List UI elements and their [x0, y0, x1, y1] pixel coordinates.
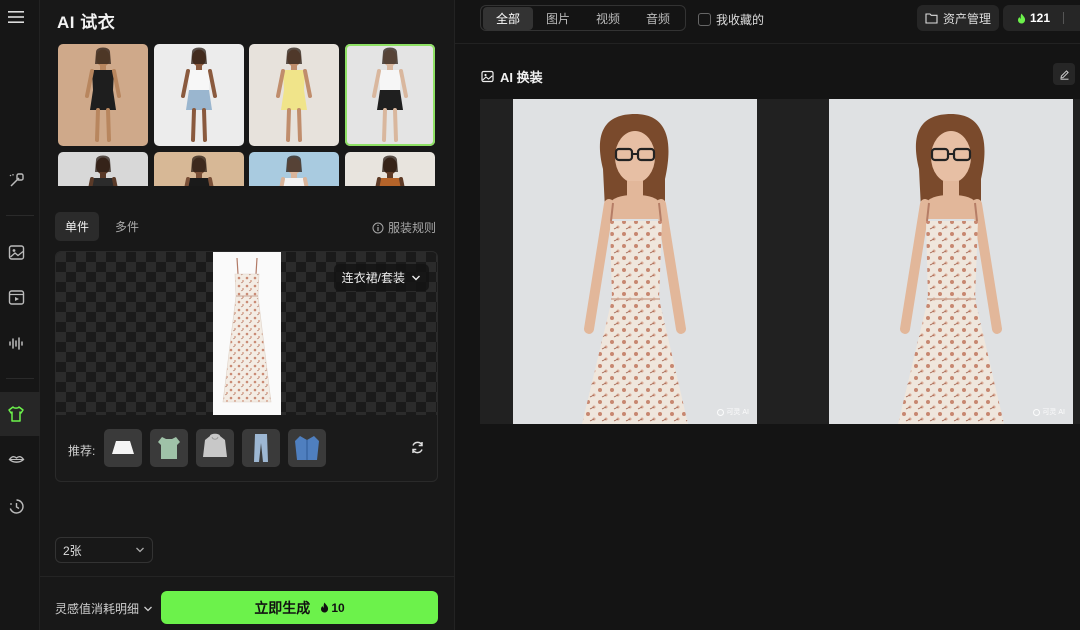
model-figure [276, 47, 312, 142]
watermark: 可灵 AI [717, 407, 749, 417]
cost-details-toggle[interactable]: 灵感值消耗明细 [55, 600, 153, 617]
model-figure [372, 47, 408, 142]
left-rail [0, 0, 40, 630]
panel-title: AI 试衣 [57, 13, 116, 32]
pencil-icon [1059, 69, 1069, 80]
result-figure [898, 114, 1004, 424]
favorites-checkbox[interactable] [698, 13, 711, 26]
watermark: 可灵 AI [1033, 407, 1065, 417]
model-figure [85, 47, 121, 142]
denim-jacket-icon [295, 436, 319, 460]
asset-management-button[interactable]: 资产管理 [917, 5, 1000, 31]
filter-tab[interactable]: 视频 [583, 7, 633, 30]
result-image[interactable]: 可灵 AI [829, 99, 1073, 424]
grey-hoodie-icon [203, 433, 227, 457]
video-icon[interactable] [6, 287, 26, 307]
result-section-title: AI 换装 [481, 67, 543, 86]
model-figure [88, 155, 118, 186]
recommended-jeans[interactable] [242, 429, 280, 467]
lips-icon[interactable] [6, 449, 26, 469]
garment-rules-link[interactable]: 服装规则 [372, 219, 436, 236]
favorites-toggle[interactable]: 我收藏的 [698, 11, 764, 28]
result-image[interactable]: 可灵 AI [513, 99, 757, 424]
flame-icon [321, 602, 329, 613]
media-filter-tabs: 全部 图片 视频 音频 [480, 5, 687, 31]
category-label: 连衣裙/套装 [341, 271, 405, 285]
garment-upload-card[interactable]: 连衣裙/套装 推荐: [55, 251, 438, 482]
folder-icon [925, 13, 938, 24]
credits-badge[interactable]: 121 [1003, 5, 1080, 31]
model-thumbnail[interactable] [154, 44, 244, 146]
model-figure [181, 47, 217, 142]
jeans-icon [254, 434, 268, 462]
panel-footer: 灵感值消耗明细 立即生成 10 [40, 576, 455, 630]
info-icon [372, 222, 384, 233]
tab-single[interactable]: 单件 [55, 212, 100, 241]
model-figure [184, 155, 214, 186]
favorites-label: 我收藏的 [716, 13, 765, 27]
try-on-panel: AI 试衣 单件 多件 服装规则 连衣裙/套装 推荐: 2张 灵感值消耗明细 立… [40, 0, 455, 630]
model-thumbnail-selected[interactable] [345, 44, 435, 146]
result-figure [582, 114, 688, 424]
model-gallery [58, 44, 438, 186]
generate-button[interactable]: 立即生成 10 [161, 591, 438, 624]
watermark-text: 可灵 AI [726, 409, 749, 416]
category-dropdown[interactable]: 连衣裙/套装 [333, 264, 429, 291]
green-shirt-icon [158, 437, 180, 459]
refresh-icon[interactable] [410, 440, 425, 460]
magic-wand-icon[interactable] [6, 170, 26, 190]
white-skirt-icon [112, 441, 134, 454]
chevron-down-icon [136, 547, 144, 553]
cost-details-label: 灵感值消耗明细 [55, 602, 140, 616]
recommend-label: 推荐: [68, 444, 96, 458]
audio-icon[interactable] [6, 333, 26, 353]
rail-divider [6, 378, 34, 379]
generate-label: 立即生成 [254, 599, 311, 616]
output-count-select[interactable]: 2张 [55, 537, 153, 563]
filter-tab[interactable]: 全部 [483, 6, 534, 30]
watermark-logo-icon [717, 408, 725, 416]
garment-image [213, 252, 281, 415]
model-thumbnail[interactable] [249, 44, 339, 146]
shirt-icon[interactable] [6, 404, 26, 424]
result-section-title-text: AI 换装 [500, 70, 543, 85]
credits-value: 121 [1030, 11, 1051, 25]
model-figure [279, 155, 309, 186]
credits-divider [1063, 12, 1064, 24]
chevron-down-icon [144, 606, 152, 611]
model-thumbnail[interactable] [154, 152, 244, 186]
rules-label: 服装规则 [387, 221, 436, 235]
edit-button[interactable] [1053, 63, 1075, 85]
garment-mode-tabs: 单件 多件 [55, 212, 149, 241]
rail-divider [6, 215, 34, 216]
image-icon[interactable] [6, 242, 26, 262]
asset-management-label: 资产管理 [943, 11, 992, 26]
image-icon [481, 70, 494, 83]
chevron-down-icon [412, 275, 420, 280]
watermark-text: 可灵 AI [1042, 409, 1065, 416]
recommended-grey-hoodie[interactable] [196, 429, 234, 467]
menu-icon[interactable] [8, 9, 24, 25]
model-figure [375, 155, 405, 186]
filter-tab[interactable]: 音频 [633, 7, 683, 30]
model-thumbnail[interactable] [58, 152, 148, 186]
watermark-logo-icon [1033, 408, 1041, 416]
model-thumbnail[interactable] [249, 152, 339, 186]
recommended-green-shirt[interactable] [150, 429, 188, 467]
generate-cost-value: 10 [331, 600, 345, 615]
flame-icon [1018, 13, 1026, 23]
history-icon[interactable] [6, 496, 26, 516]
output-count-value: 2张 [63, 543, 82, 558]
recommended-denim-jacket[interactable] [288, 429, 326, 467]
generate-cost: 10 [320, 600, 345, 615]
recommended-white-skirt[interactable] [104, 429, 142, 467]
filter-tab[interactable]: 图片 [533, 7, 583, 30]
tab-multi[interactable]: 多件 [105, 212, 149, 241]
model-thumbnail[interactable] [58, 44, 148, 146]
top-bar: 全部 图片 视频 音频 我收藏的 资产管理 121 [455, 0, 1080, 44]
model-thumbnail[interactable] [345, 152, 435, 186]
